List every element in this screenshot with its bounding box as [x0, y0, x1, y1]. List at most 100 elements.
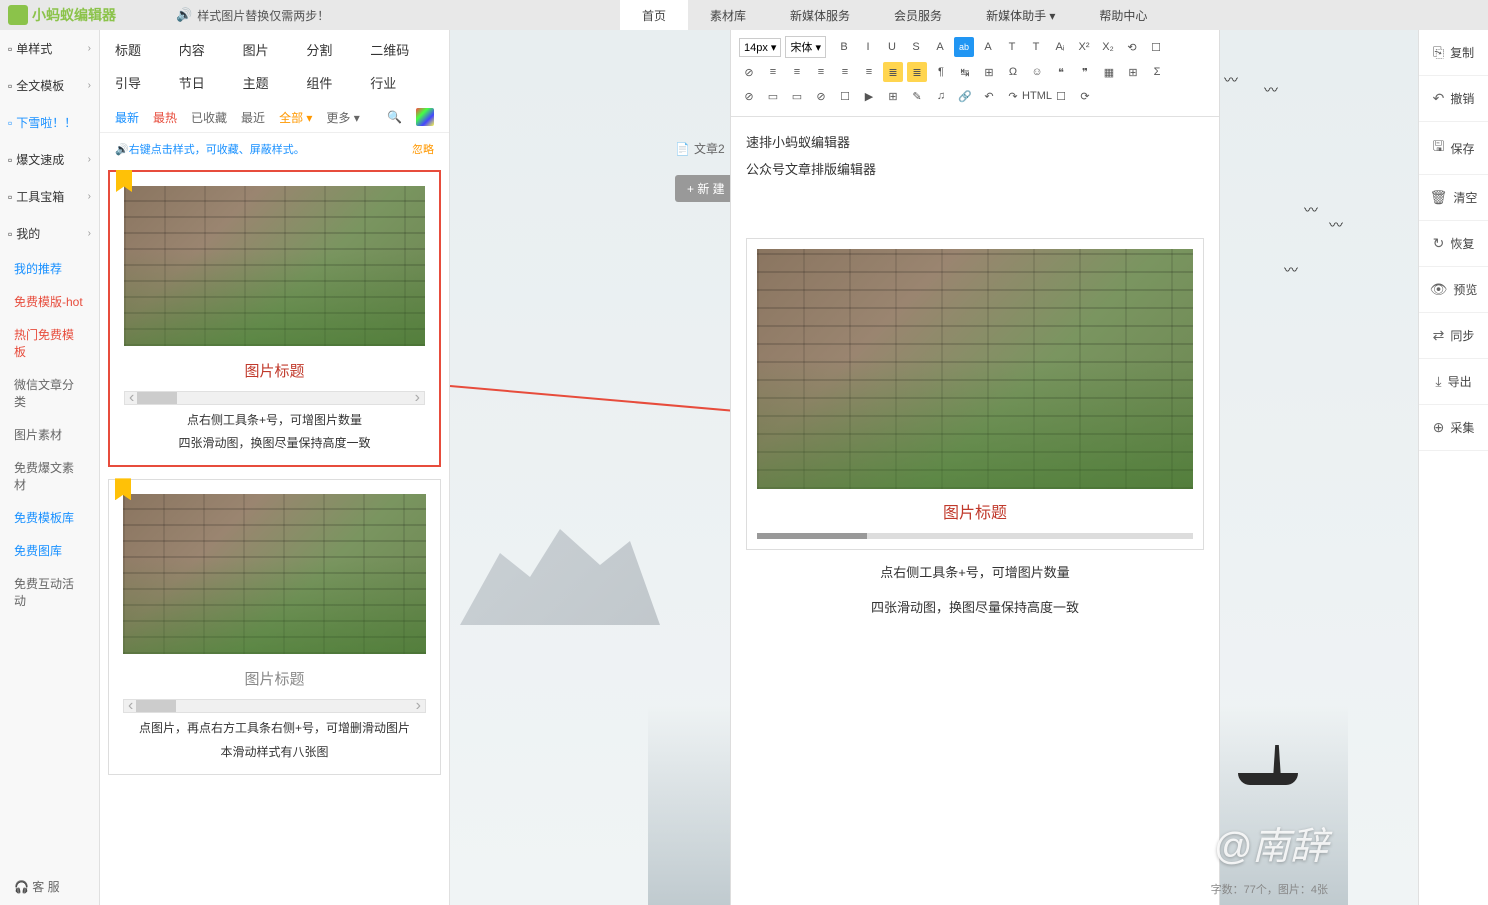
- template-card[interactable]: 图片标题点图片，再点右方工具条右侧+号，可增删滑动图片本滑动样式有八张图: [108, 479, 441, 774]
- sidebar-item[interactable]: ▫爆文速成›: [0, 141, 99, 178]
- filter-item[interactable]: 更多 ▾: [326, 109, 359, 126]
- toolbar-button[interactable]: ⊞: [1123, 62, 1143, 82]
- toolbar-button[interactable]: Σ: [1147, 62, 1167, 82]
- filter-item[interactable]: 全部 ▾: [279, 109, 312, 126]
- template-slider[interactable]: [123, 699, 426, 713]
- sidebar-item[interactable]: ▫全文模板›: [0, 67, 99, 104]
- toolbar-button[interactable]: ab: [954, 37, 974, 57]
- toolbar-button[interactable]: ⊘: [811, 86, 831, 106]
- toolbar-button[interactable]: ☐: [1146, 37, 1166, 57]
- toolbar-button[interactable]: ⊘: [739, 86, 759, 106]
- top-nav-item[interactable]: 素材库: [688, 0, 768, 30]
- search-icon[interactable]: 🔍: [387, 110, 402, 124]
- toolbar-button[interactable]: T: [1026, 37, 1046, 57]
- template-slider[interactable]: [124, 391, 425, 405]
- top-nav-item[interactable]: 新媒体服务: [768, 0, 872, 30]
- sidebar-sub-item[interactable]: 免费互动活动: [0, 567, 99, 617]
- action-button-恢复[interactable]: ↻恢复: [1419, 221, 1488, 267]
- new-button[interactable]: + 新 建: [675, 175, 737, 202]
- editor-scrollbar[interactable]: [757, 533, 1193, 539]
- filter-item[interactable]: 最新: [115, 109, 139, 126]
- document-tab[interactable]: 📄 文章2: [675, 140, 725, 157]
- ignore-link[interactable]: 忽略: [412, 141, 434, 157]
- category-item[interactable]: 标题: [115, 40, 179, 59]
- toolbar-button[interactable]: X₂: [1098, 37, 1118, 57]
- toolbar-button[interactable]: ↶: [979, 86, 999, 106]
- toolbar-button[interactable]: I: [858, 37, 878, 57]
- action-button-保存[interactable]: 🖫保存: [1419, 122, 1488, 175]
- font-size-select[interactable]: 14px ▾: [739, 38, 781, 57]
- sidebar-sub-item[interactable]: 免费图库: [0, 534, 99, 567]
- toolbar-button[interactable]: ▦: [1099, 62, 1119, 82]
- top-nav-item[interactable]: 帮助中心: [1077, 0, 1169, 30]
- toolbar-button[interactable]: S: [906, 37, 926, 57]
- toolbar-button[interactable]: ❝: [1051, 62, 1071, 82]
- editor-body[interactable]: 速排小蚂蚁编辑器 公众号文章排版编辑器 图片标题 点右侧工具条+号，可增图片数量…: [731, 117, 1219, 635]
- font-family-select[interactable]: 宋体 ▾: [785, 36, 826, 58]
- sidebar-item[interactable]: ▫单样式›: [0, 30, 99, 67]
- category-item[interactable]: 行业: [370, 73, 434, 92]
- logo[interactable]: 小蚂蚁编辑器: [8, 5, 116, 25]
- top-nav-item[interactable]: 会员服务: [872, 0, 964, 30]
- sidebar-sub-item[interactable]: 免费爆文素材: [0, 451, 99, 501]
- toolbar-button[interactable]: T: [1002, 37, 1022, 57]
- toolbar-button[interactable]: ≣: [883, 62, 903, 82]
- toolbar-button[interactable]: ▭: [787, 86, 807, 106]
- sidebar-item[interactable]: ▫我的›: [0, 215, 99, 252]
- sidebar-item[interactable]: ▫下雪啦！！: [0, 104, 99, 141]
- editor-card-title[interactable]: 图片标题: [757, 489, 1193, 527]
- toolbar-button[interactable]: ⊘: [739, 62, 759, 82]
- toolbar-button[interactable]: ⟳: [1075, 86, 1095, 106]
- toolbar-button[interactable]: ⟲: [1122, 37, 1142, 57]
- toolbar-button[interactable]: A: [930, 37, 950, 57]
- toolbar-button[interactable]: Aᵢ: [1050, 37, 1070, 57]
- sidebar-sub-item[interactable]: 免费模版-hot: [0, 285, 99, 318]
- top-nav-item[interactable]: 首页: [620, 0, 688, 30]
- toolbar-button[interactable]: ≡: [811, 62, 831, 82]
- toolbar-button[interactable]: B: [834, 37, 854, 57]
- toolbar-button[interactable]: ↹: [955, 62, 975, 82]
- editor-desc[interactable]: 点右侧工具条+号，可增图片数量: [746, 550, 1204, 585]
- toolbar-button[interactable]: ≡: [859, 62, 879, 82]
- action-button-复制[interactable]: ⎘复制: [1419, 30, 1488, 76]
- toolbar-button[interactable]: ♫: [931, 86, 951, 106]
- toolbar-button[interactable]: ❞: [1075, 62, 1095, 82]
- toolbar-button[interactable]: ✎: [907, 86, 927, 106]
- toolbar-button[interactable]: ≡: [763, 62, 783, 82]
- action-button-预览[interactable]: 👁预览: [1419, 267, 1488, 313]
- filter-item[interactable]: 最热: [153, 109, 177, 126]
- toolbar-button[interactable]: U: [882, 37, 902, 57]
- sidebar-sub-item[interactable]: 我的推荐: [0, 252, 99, 285]
- toolbar-button[interactable]: 🔗: [955, 86, 975, 106]
- color-picker-icon[interactable]: [416, 108, 434, 126]
- toolbar-button[interactable]: ¶: [931, 62, 951, 82]
- category-item[interactable]: 内容: [179, 40, 243, 59]
- action-button-导出[interactable]: ⤓导出: [1419, 359, 1488, 405]
- category-item[interactable]: 主题: [243, 73, 307, 92]
- toolbar-button[interactable]: HTML: [1027, 86, 1047, 106]
- sidebar-sub-item[interactable]: 免费模板库: [0, 501, 99, 534]
- filter-item[interactable]: 最近: [241, 109, 265, 126]
- toolbar-button[interactable]: ☐: [1051, 86, 1071, 106]
- category-item[interactable]: 组件: [306, 73, 370, 92]
- toolbar-button[interactable]: ≡: [835, 62, 855, 82]
- toolbar-button[interactable]: ▭: [763, 86, 783, 106]
- toolbar-button[interactable]: X²: [1074, 37, 1094, 57]
- toolbar-button[interactable]: Ω: [1003, 62, 1023, 82]
- action-button-清空[interactable]: 🗑清空: [1419, 175, 1488, 221]
- category-item[interactable]: 节日: [179, 73, 243, 92]
- sidebar-item[interactable]: ▫工具宝箱›: [0, 178, 99, 215]
- toolbar-button[interactable]: ☺: [1027, 62, 1047, 82]
- editor-image[interactable]: [757, 249, 1193, 489]
- toolbar-button[interactable]: ▶: [859, 86, 879, 106]
- toolbar-button[interactable]: ⊞: [883, 86, 903, 106]
- sidebar-sub-item[interactable]: 图片素材: [0, 418, 99, 451]
- category-item[interactable]: 引导: [115, 73, 179, 92]
- toolbar-button[interactable]: ↷: [1003, 86, 1023, 106]
- category-item[interactable]: 分割: [306, 40, 370, 59]
- toolbar-button[interactable]: A: [978, 37, 998, 57]
- customer-service[interactable]: 🎧 客 服: [14, 878, 60, 895]
- editor-desc[interactable]: 四张滑动图，换图尽量保持高度一致: [746, 585, 1204, 620]
- sidebar-sub-item[interactable]: 热门免费模板: [0, 318, 99, 368]
- sidebar-sub-item[interactable]: 微信文章分类: [0, 368, 99, 418]
